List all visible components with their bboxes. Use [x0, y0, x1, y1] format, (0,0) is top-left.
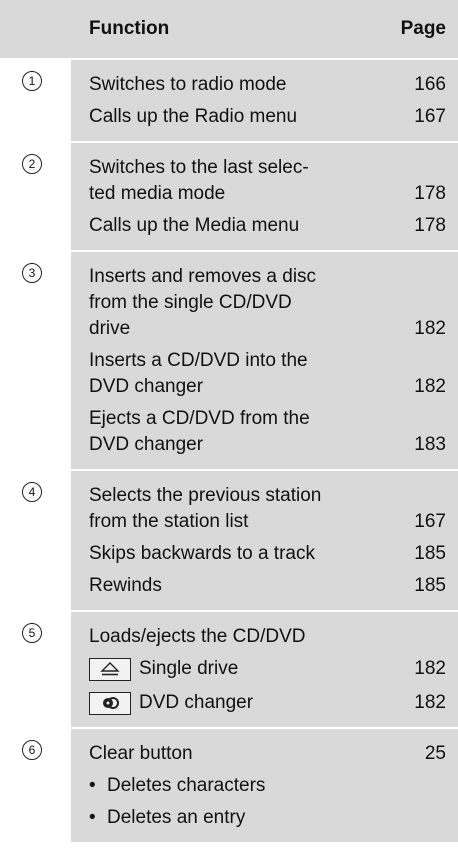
page-number: 182: [414, 658, 446, 679]
table-row-1: 1 Switches to radio mode Calls up the Ra…: [0, 60, 458, 143]
function-text: Skips backwards to a track: [89, 543, 315, 564]
function-table: Function Page 1 Switches to radio mode C…: [0, 0, 458, 842]
header-page: Page: [400, 18, 446, 39]
page-number: 183: [414, 434, 446, 455]
list-item: • Deletes an entry: [89, 805, 375, 831]
key-label: DVD changer: [139, 692, 254, 713]
disc-changer-icon: [89, 691, 131, 715]
function-text: Inserts and removes a disc from the sing…: [89, 266, 317, 339]
page-number: 182: [414, 318, 446, 339]
eject-icon: [89, 657, 131, 681]
function-text: Calls up the Radio menu: [89, 106, 298, 127]
page-number: 185: [414, 575, 446, 596]
callout-number: 6: [22, 740, 42, 760]
bullet-icon: •: [89, 775, 96, 796]
function-text: Switches to the last selec- ted media mo…: [89, 157, 309, 204]
callout-number: 2: [22, 154, 42, 174]
function-text: Clear button: [89, 743, 193, 764]
key-row: DVD changer: [89, 690, 375, 716]
header-function: Function: [89, 18, 170, 39]
key-label: Single drive: [139, 658, 239, 679]
function-text: Ejects a CD/DVD from the DVD changer: [89, 408, 310, 455]
table-header: Function Page: [0, 0, 458, 60]
table-row-5: 5 Loads/ejects the CD/DVD Single drive D…: [0, 612, 458, 729]
callout-number: 1: [22, 71, 42, 91]
page-number: 185: [414, 543, 446, 564]
function-text: Calls up the Media menu: [89, 215, 300, 236]
function-text: Inserts a CD/DVD into the DVD changer: [89, 350, 308, 397]
page-number: 178: [414, 215, 446, 236]
list-item: • Deletes characters: [89, 773, 375, 799]
page-number: 182: [414, 376, 446, 397]
table-row-2: 2 Switches to the last selec- ted media …: [0, 143, 458, 252]
page-number: 178: [414, 183, 446, 204]
bullet-icon: •: [89, 807, 96, 828]
function-text: Switches to radio mode: [89, 74, 287, 95]
key-row: Single drive: [89, 656, 375, 682]
page-number: 166: [414, 74, 446, 95]
function-text: Loads/ejects the CD/DVD: [89, 626, 306, 647]
page-number: 25: [424, 743, 446, 764]
callout-number: 3: [22, 263, 42, 283]
page-number: 167: [414, 511, 446, 532]
table-row-3: 3 Inserts and removes a disc from the si…: [0, 252, 458, 471]
table-row-4: 4 Selects the previous station from the …: [0, 471, 458, 612]
page-number: 167: [414, 106, 446, 127]
function-text: Selects the previous station from the st…: [89, 485, 322, 532]
page-number: 182: [414, 692, 446, 713]
function-text: Rewinds: [89, 575, 162, 596]
callout-number: 4: [22, 482, 42, 502]
table-row-6: 6 Clear button • Deletes characters • De…: [0, 729, 458, 842]
callout-number: 5: [22, 623, 42, 643]
